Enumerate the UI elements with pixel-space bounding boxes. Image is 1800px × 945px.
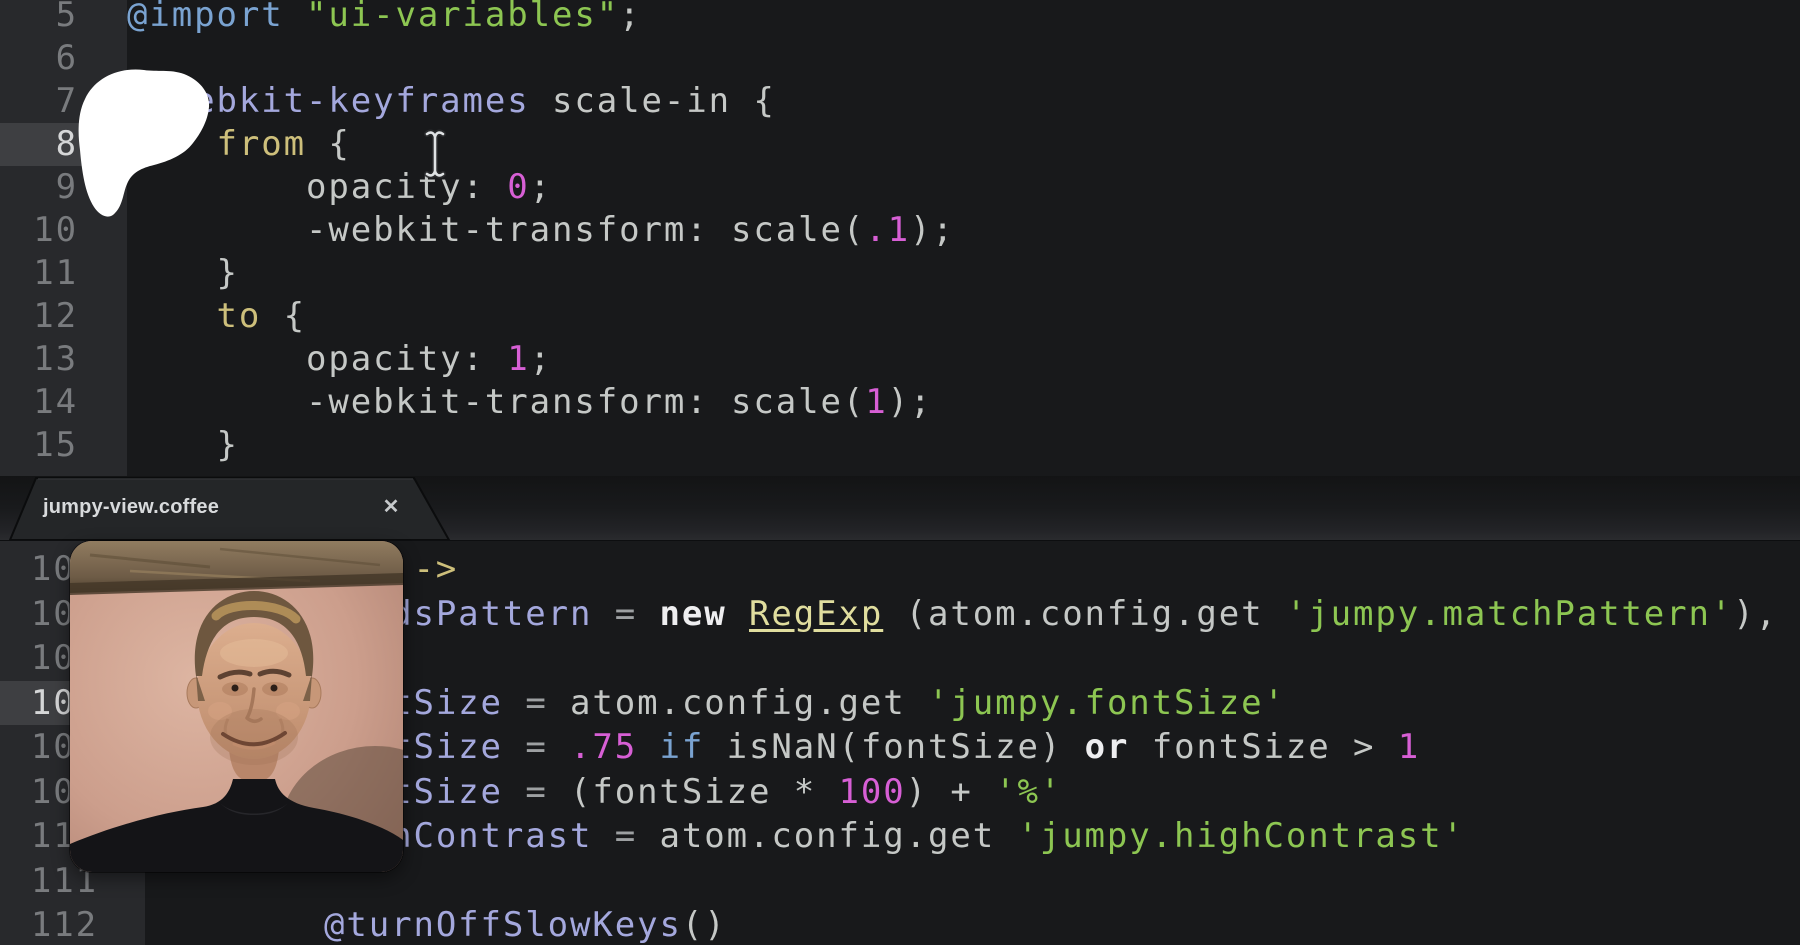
code-token: { <box>261 296 306 336</box>
code-token: (fontSize * <box>547 771 839 812</box>
code-token: () <box>681 905 727 945</box>
code-token: 1 <box>865 382 888 422</box>
code-token: = <box>525 682 548 723</box>
code-token: 'jumpy.fontSize' <box>927 682 1286 723</box>
tab-title: jumpy-view.coffee <box>43 496 220 518</box>
code-line[interactable] <box>0 37 1800 80</box>
atom-editor-window: 5 6 7 8 9 10 11 12 13 14 15 @import "ui-variables";… <box>0 0 1800 945</box>
code-token: 1 <box>1397 727 1421 767</box>
code-token: @-webkit-keyframes <box>127 81 530 121</box>
code-token: ; <box>619 0 642 35</box>
code-token: = <box>614 593 638 634</box>
code-token: 0 <box>507 167 530 207</box>
code-token: 'jumpy.highContrast' <box>1017 816 1465 856</box>
code-token: isNaN(fontSize) <box>704 727 1085 767</box>
code-line[interactable]: @import "ui-variables"; <box>0 0 1800 37</box>
code-token: new <box>659 593 727 634</box>
code-token: '%' <box>995 771 1063 812</box>
code-token: ; <box>529 339 553 379</box>
code-token: 100 <box>838 771 906 812</box>
code-token: 1 <box>507 339 530 379</box>
code-token: opacity: <box>127 167 508 207</box>
code-token: scale-in { <box>529 81 776 121</box>
top-editor-pane[interactable]: 5 6 7 8 9 10 11 12 13 14 15 @import "ui-variables";… <box>0 0 1800 476</box>
tab-bar: jumpy-view.coffee ✕ <box>0 476 1800 540</box>
code-token: to <box>216 296 262 336</box>
tab-close-icon[interactable]: ✕ <box>370 476 412 540</box>
code-line[interactable]: } <box>0 424 1800 467</box>
code-token: "ui-variables" <box>305 0 620 35</box>
code-token: RegExp <box>749 593 884 634</box>
code-lines: @import "ui-variables"; @-webkit-keyframe… <box>0 0 1800 467</box>
code-token: (atom.config.get <box>883 593 1286 634</box>
code-token: = <box>614 816 638 856</box>
code-token: opacity: <box>127 339 508 379</box>
avatar <box>70 541 403 872</box>
code-token: ); <box>909 210 955 250</box>
code-token: = <box>525 771 548 812</box>
code-token: fontSize > <box>1129 727 1398 767</box>
code-token: @turnOffSlowKeys <box>323 905 682 945</box>
avatar-portrait-image <box>70 541 403 872</box>
code-token: -webkit-transform: scale( <box>127 210 866 250</box>
code-token: ; <box>529 167 553 207</box>
code-line[interactable]: from { <box>0 123 1800 166</box>
code-line[interactable]: -webkit-transform: scale(1); <box>0 381 1800 424</box>
code-token: .75 <box>570 727 638 767</box>
code-token: from <box>216 124 306 164</box>
code-token: -> <box>413 549 459 589</box>
code-token: atom.config.get <box>637 816 1018 856</box>
code-line[interactable]: -webkit-transform: scale(.1); <box>0 209 1800 252</box>
code-token: .1 <box>865 210 910 250</box>
code-token: or <box>1084 727 1130 767</box>
code-token: { <box>305 124 351 164</box>
code-line[interactable]: opacity: 1; <box>0 338 1800 381</box>
code-line[interactable]: opacity: 0; <box>0 166 1800 209</box>
code-token: = <box>525 727 548 767</box>
code-token: } <box>127 425 239 465</box>
code-line[interactable]: @-webkit-keyframes scale-in { <box>0 80 1800 123</box>
code-token: -webkit-transform: scale( <box>127 382 866 422</box>
code-token: ) + <box>905 771 996 812</box>
code-line[interactable]: } <box>0 252 1800 295</box>
code-token: } <box>127 253 239 293</box>
code-token: atom.config.get <box>547 682 928 723</box>
code-line[interactable]: to { <box>0 295 1800 338</box>
code-token: ), <box>1733 593 1779 634</box>
code-line[interactable]: @turnOffSlowKeys() <box>0 903 1800 945</box>
code-token: if <box>659 727 705 767</box>
code-token: ); <box>887 382 933 422</box>
code-token: @import <box>127 0 284 35</box>
code-token: 'jumpy.matchPattern' <box>1285 593 1734 634</box>
